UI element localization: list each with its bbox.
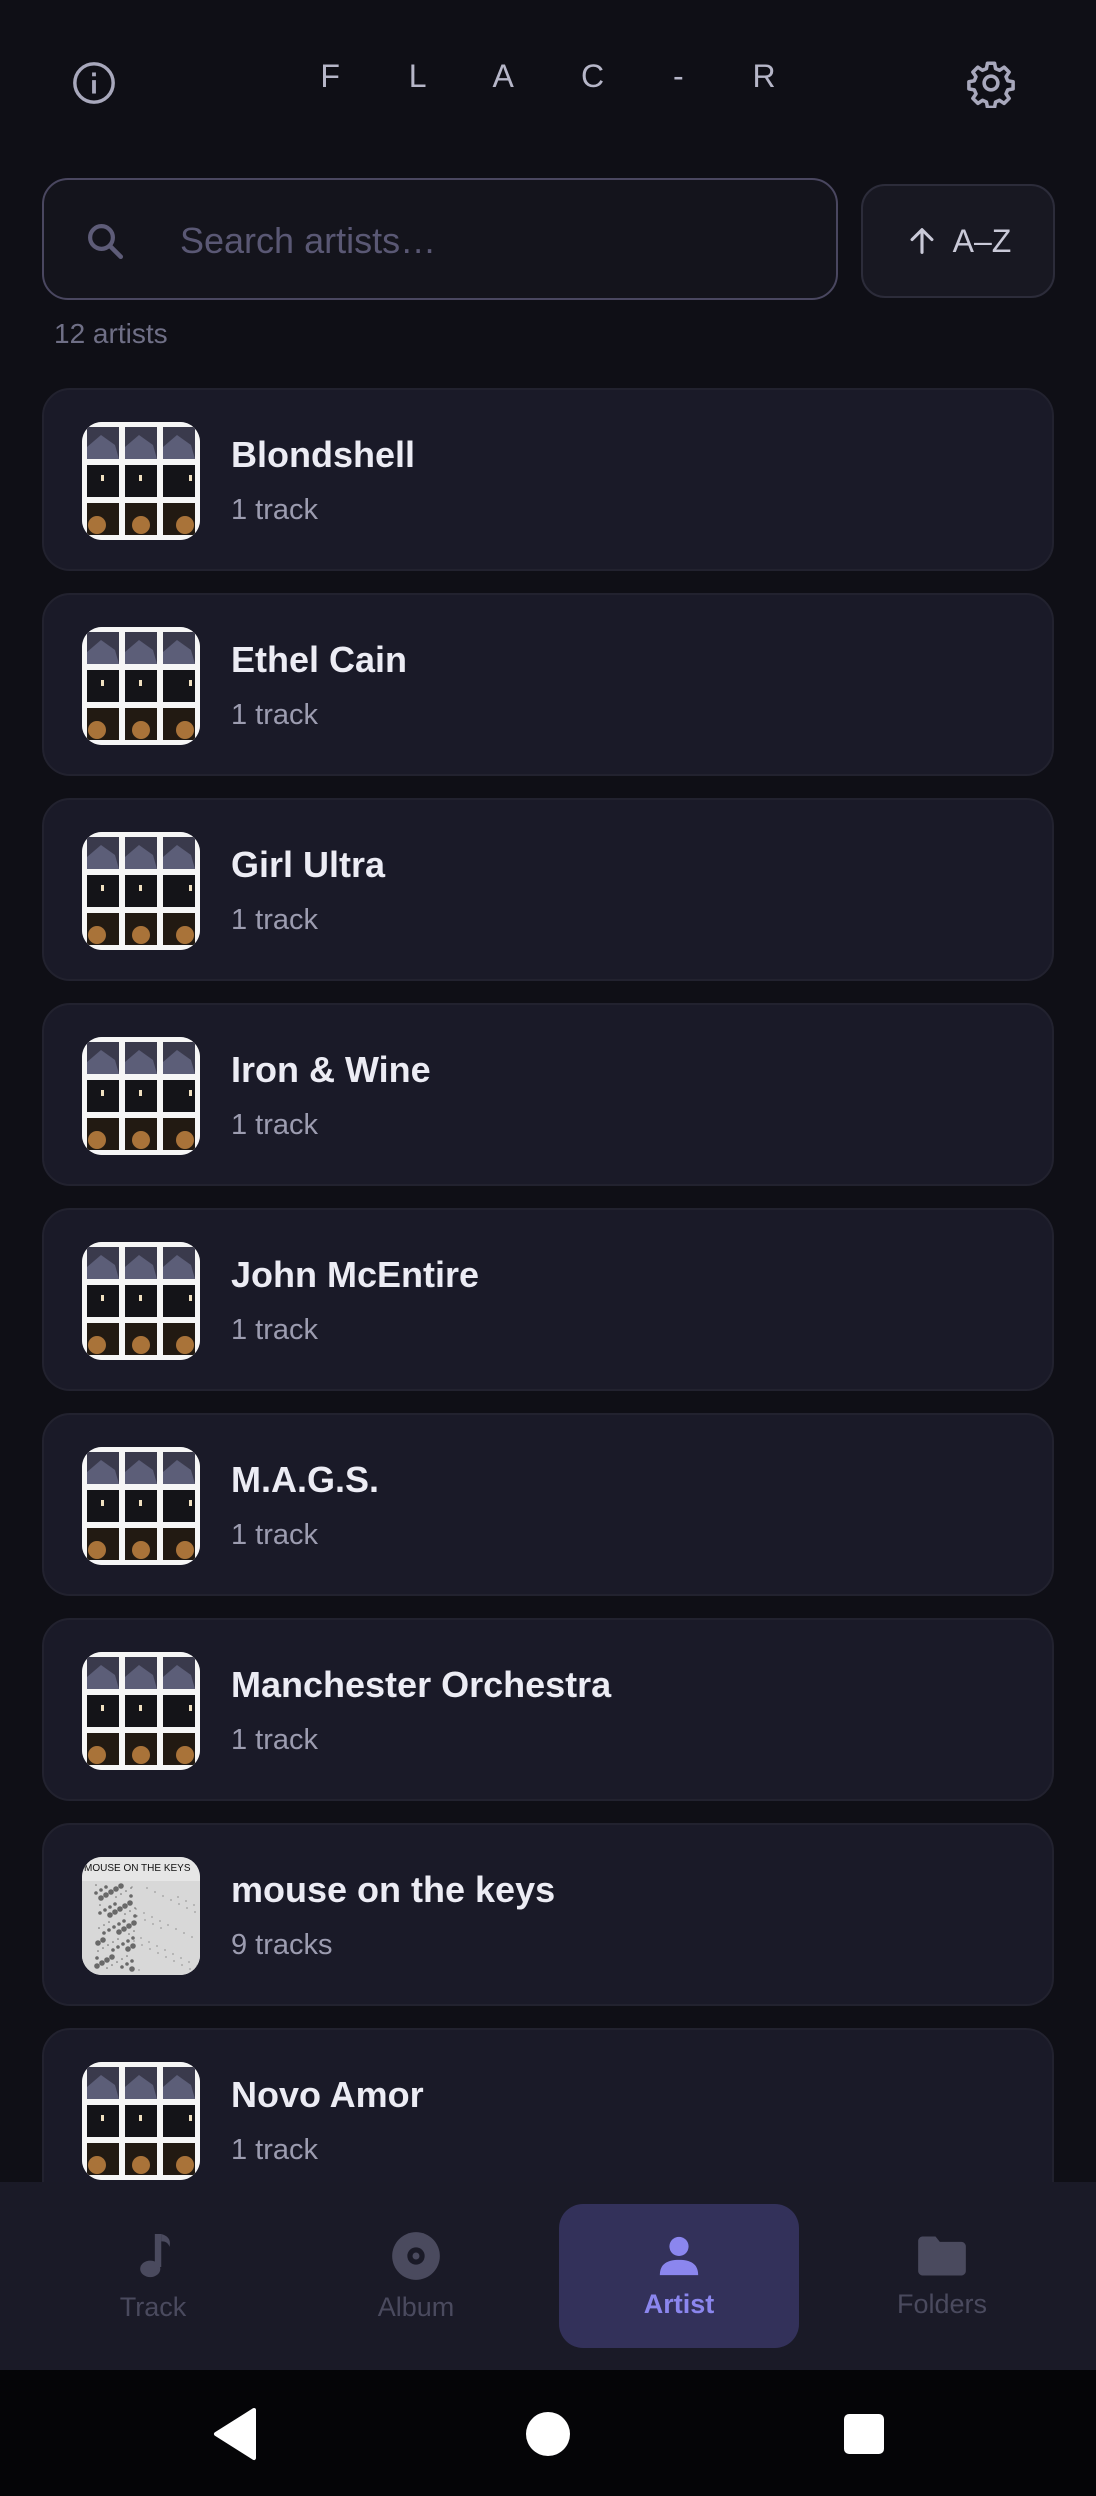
artist-count: 12 artists [54, 318, 168, 349]
nav-tab-track[interactable]: Track [33, 2204, 273, 2348]
search-icon [88, 224, 124, 260]
search-box[interactable] [42, 178, 838, 300]
artist-name: Iron & Wine [231, 1049, 431, 1090]
artist-thumbnail [82, 627, 200, 745]
artist-track-count: 1 track [231, 1519, 319, 1551]
artist-track-count: 1 track [231, 1724, 319, 1756]
nav-label-album: Album [377, 2291, 455, 2322]
home-icon[interactable] [524, 2406, 572, 2462]
artist-name: mouse on the keys [231, 1869, 556, 1910]
nav-tab-folders[interactable]: Folders [822, 2204, 1062, 2348]
album-art-thumbnail [82, 2062, 200, 2180]
person-icon [659, 2236, 699, 2275]
settings-button[interactable] [955, 47, 1027, 119]
system-navigation-bar [0, 2370, 1096, 2496]
disc-icon [392, 2231, 440, 2280]
artist-card[interactable]: Ethel Cain 1 track [42, 593, 1054, 776]
artist-track-count: 1 track [231, 1314, 319, 1346]
bottom-navigation: Track Album Artist Folders [0, 2182, 1096, 2370]
artist-card[interactable]: Iron & Wine 1 track [42, 1003, 1054, 1186]
artist-track-count: 1 track [231, 699, 319, 731]
nav-tab-artist[interactable]: Artist [559, 2204, 799, 2348]
artist-track-count: 9 tracks [231, 1929, 333, 1961]
album-art-thumbnail: MOUSE ON THE KEYS [82, 1857, 200, 1975]
recents-icon[interactable] [840, 2406, 888, 2462]
artist-card[interactable]: Manchester Orchestra 1 track [42, 1618, 1054, 1801]
artist-card[interactable]: Blondshell 1 track [42, 388, 1054, 571]
sort-label: A–Z [952, 222, 1012, 259]
artist-thumbnail [82, 422, 200, 540]
artist-thumbnail [82, 2062, 200, 2180]
artist-name: Blondshell [231, 434, 416, 475]
album-art-thumbnail [82, 422, 200, 540]
artist-thumbnail: MOUSE ON THE KEYS [82, 1857, 200, 1975]
artist-track-count: 1 track [231, 904, 319, 936]
artist-name: John McEntire [231, 1254, 480, 1295]
artist-card[interactable]: Girl Ultra 1 track [42, 798, 1054, 981]
back-icon[interactable] [210, 2406, 258, 2462]
artist-thumbnail [82, 1447, 200, 1565]
folder-icon [918, 2236, 966, 2275]
artist-thumbnail [82, 1037, 200, 1155]
arrow-up-icon [910, 228, 934, 254]
music-note-icon [140, 2233, 170, 2277]
album-art-thumbnail [82, 1037, 200, 1155]
artist-track-count: 1 track [231, 494, 319, 526]
album-art-thumbnail [82, 1652, 200, 1770]
artist-track-count: 1 track [231, 1109, 319, 1141]
album-art-thumbnail [82, 832, 200, 950]
app-header: F L A C - R [0, 0, 1096, 168]
artist-thumbnail [82, 832, 200, 950]
album-art-thumbnail [82, 627, 200, 745]
nav-tab-album[interactable]: Album [296, 2204, 536, 2348]
artist-list[interactable]: Blondshell 1 track Ethel Cain 1 track Girl U… [42, 388, 1054, 2182]
nav-label-artist: Artist [643, 2288, 715, 2319]
nav-label-track: Track [119, 2291, 187, 2322]
artist-card[interactable]: John McEntire 1 track [42, 1208, 1054, 1391]
search-input[interactable] [178, 210, 802, 272]
artist-name: Girl Ultra [231, 844, 386, 885]
gear-icon [967, 61, 1015, 108]
artist-card[interactable]: Novo Amor 1 track [42, 2028, 1054, 2182]
artist-card[interactable]: M.A.G.S. 1 track [42, 1413, 1054, 1596]
album-art-thumbnail [82, 1242, 200, 1360]
artist-name: Novo Amor [231, 2074, 424, 2115]
nav-label-folders: Folders [896, 2288, 988, 2319]
artist-track-count: 1 track [231, 2134, 319, 2166]
app-title: F L A C - R [320, 58, 806, 94]
artist-name: Manchester Orchestra [231, 1664, 612, 1705]
artist-thumbnail [82, 1242, 200, 1360]
artist-name: Ethel Cain [231, 639, 408, 680]
artist-name: M.A.G.S. [231, 1459, 380, 1500]
artist-thumbnail [82, 1652, 200, 1770]
artist-card[interactable]: MOUSE ON THE KEYS mouse on the keys 9 trac… [42, 1823, 1054, 2006]
sort-button[interactable]: A–Z [861, 184, 1055, 298]
album-art-thumbnail [82, 1447, 200, 1565]
album-art-text: MOUSE ON THE KEYS [84, 1863, 191, 1874]
